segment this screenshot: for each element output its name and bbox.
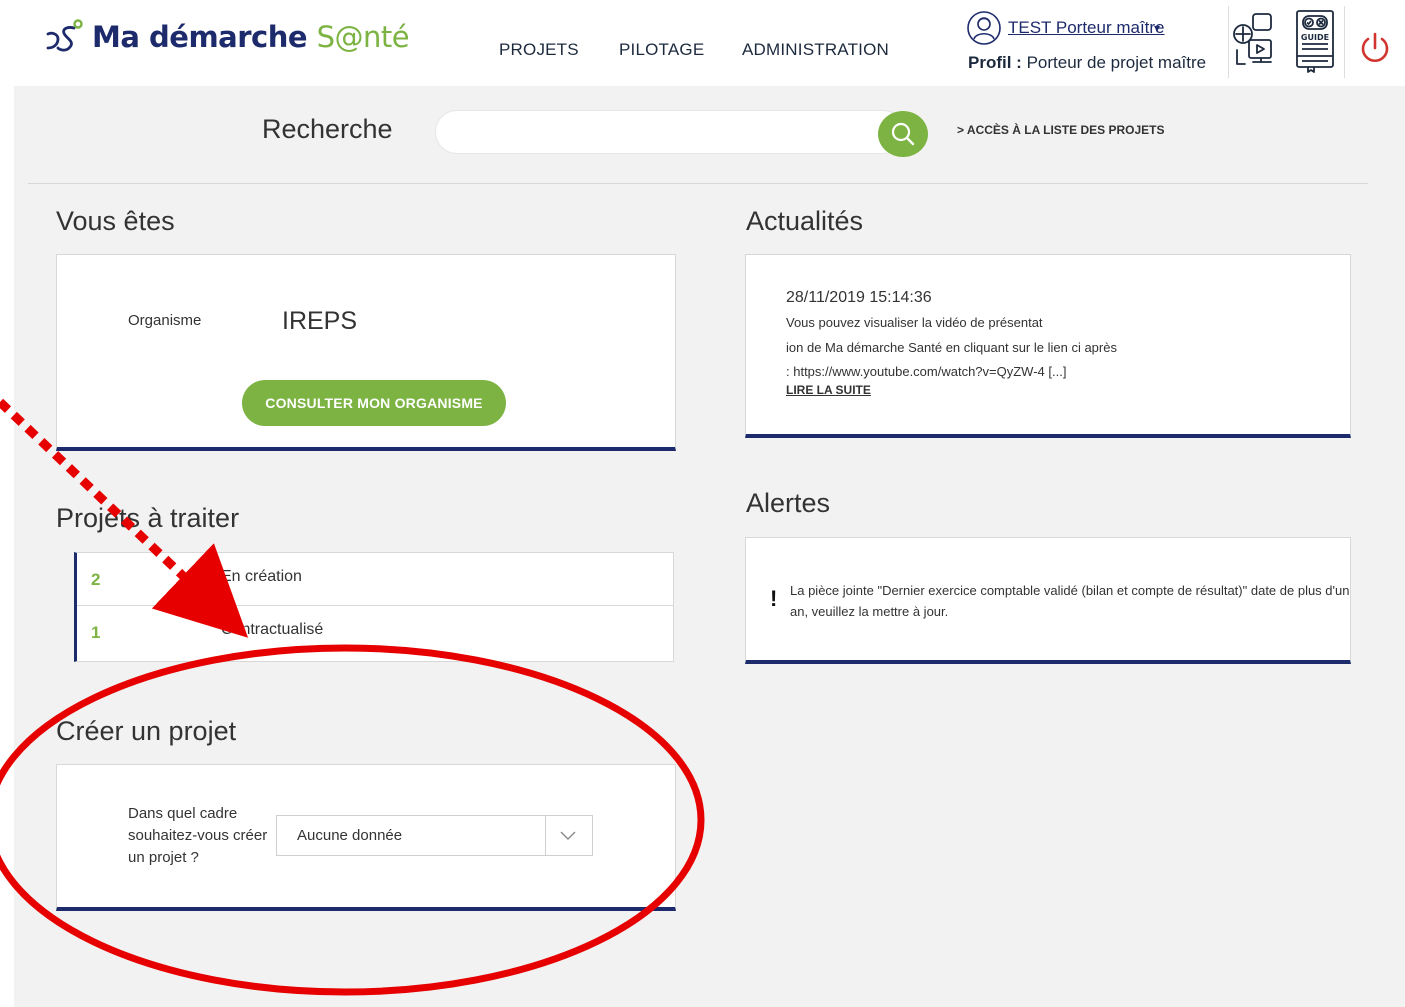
projets-a-traiter-title: Projets à traiter [56,503,240,533]
project-count: 1 [91,623,101,642]
news-date: 28/11/2019 15:14:36 [786,289,932,306]
project-status: En création [221,568,302,585]
user-menu: TEST Porteur maître ▾ Profil : Porteur d… [966,8,1226,78]
consulter-organisme-button[interactable]: CONSULTER MON ORGANISME [242,380,506,426]
vous-etes-title: Vous êtes [56,206,175,236]
table-row[interactable]: 1 Contractualisé [77,606,673,659]
organisme-label: Organisme [128,312,202,329]
organisme-value: IREPS [282,307,358,335]
dashboard: Recherche > ACCÈS À LA LISTE DES PROJETS… [14,86,1405,1007]
projets-a-traiter-table: 2 En création 1 Contractualisé [74,552,674,662]
logo-mark-icon [46,19,83,52]
alertes-card: ! La pièce jointe "Dernier exercice comp… [745,537,1351,664]
nav-projets[interactable]: PROJETS [499,40,579,60]
search-icon [891,122,915,146]
alertes-title: Alertes [746,488,831,518]
alert-icon: ! [770,586,778,611]
vous-etes-card: Organisme IREPS CONSULTER MON ORGANISME [56,254,676,451]
creer-projet-title: Créer un projet [56,716,237,746]
project-status: Contractualisé [221,621,324,638]
actualites-title: Actualités [746,206,864,236]
cadre-label: Dans quel cadre souhaitez-vous créer un … [128,805,268,866]
logo-text-main: Ma démarche [92,20,317,54]
profile-value: Porteur de projet maître [1026,53,1207,72]
search-divider [28,183,1368,184]
search-input[interactable] [435,110,905,154]
actualites-card: 28/11/2019 15:14:36 Vous pouvez visualis… [745,254,1351,438]
logo-text-accent: S@nté [316,20,410,54]
user-avatar-icon[interactable] [966,10,1002,46]
search-label: Recherche [262,114,393,144]
app-header: Ma démarche S@nté PROJETS PILOTAGE ADMIN… [0,0,1405,86]
guide-book-icon[interactable]: GUIDE [1294,8,1336,74]
alert-text: La pièce jointe "Dernier exercice compta… [790,583,1350,619]
cadre-select-value: Aucune donnée [297,827,403,844]
search-button[interactable] [878,111,928,157]
user-name-link[interactable]: TEST Porteur maître [1008,18,1165,38]
cadre-select[interactable]: Aucune donnée [276,815,593,856]
chevron-down-icon[interactable] [558,828,578,842]
guide-label: GUIDE [1301,33,1329,42]
header-divider [1344,6,1345,78]
news-text-line: : https://www.youtube.com/watch?v=QyZW-4… [786,364,1067,379]
lire-la-suite-link[interactable]: LIRE LA SUITE [786,383,871,397]
user-dropdown-caret-icon[interactable]: ▾ [1154,21,1160,35]
table-row[interactable]: 2 En création [77,553,673,606]
header-divider [1228,6,1229,78]
user-profile: Profil : Porteur de projet maître [968,53,1206,73]
nav-pilotage[interactable]: PILOTAGE [619,40,704,60]
select-divider [545,816,546,855]
logout-power-icon[interactable] [1358,30,1392,66]
training-icon[interactable] [1231,10,1285,72]
project-count: 2 [91,570,101,589]
news-text-line: ion de Ma démarche Santé en cliquant sur… [786,340,1117,355]
news-text-line: Vous pouvez visualiser la vidéo de prése… [786,315,1043,330]
creer-projet-card: Dans quel cadre souhaitez-vous créer un … [56,764,676,911]
app-logo[interactable]: Ma démarche S@nté [44,18,410,56]
projects-list-link[interactable]: > ACCÈS À LA LISTE DES PROJETS [957,123,1164,137]
nav-administration[interactable]: ADMINISTRATION [742,40,889,60]
profile-label: Profil : [968,53,1022,72]
